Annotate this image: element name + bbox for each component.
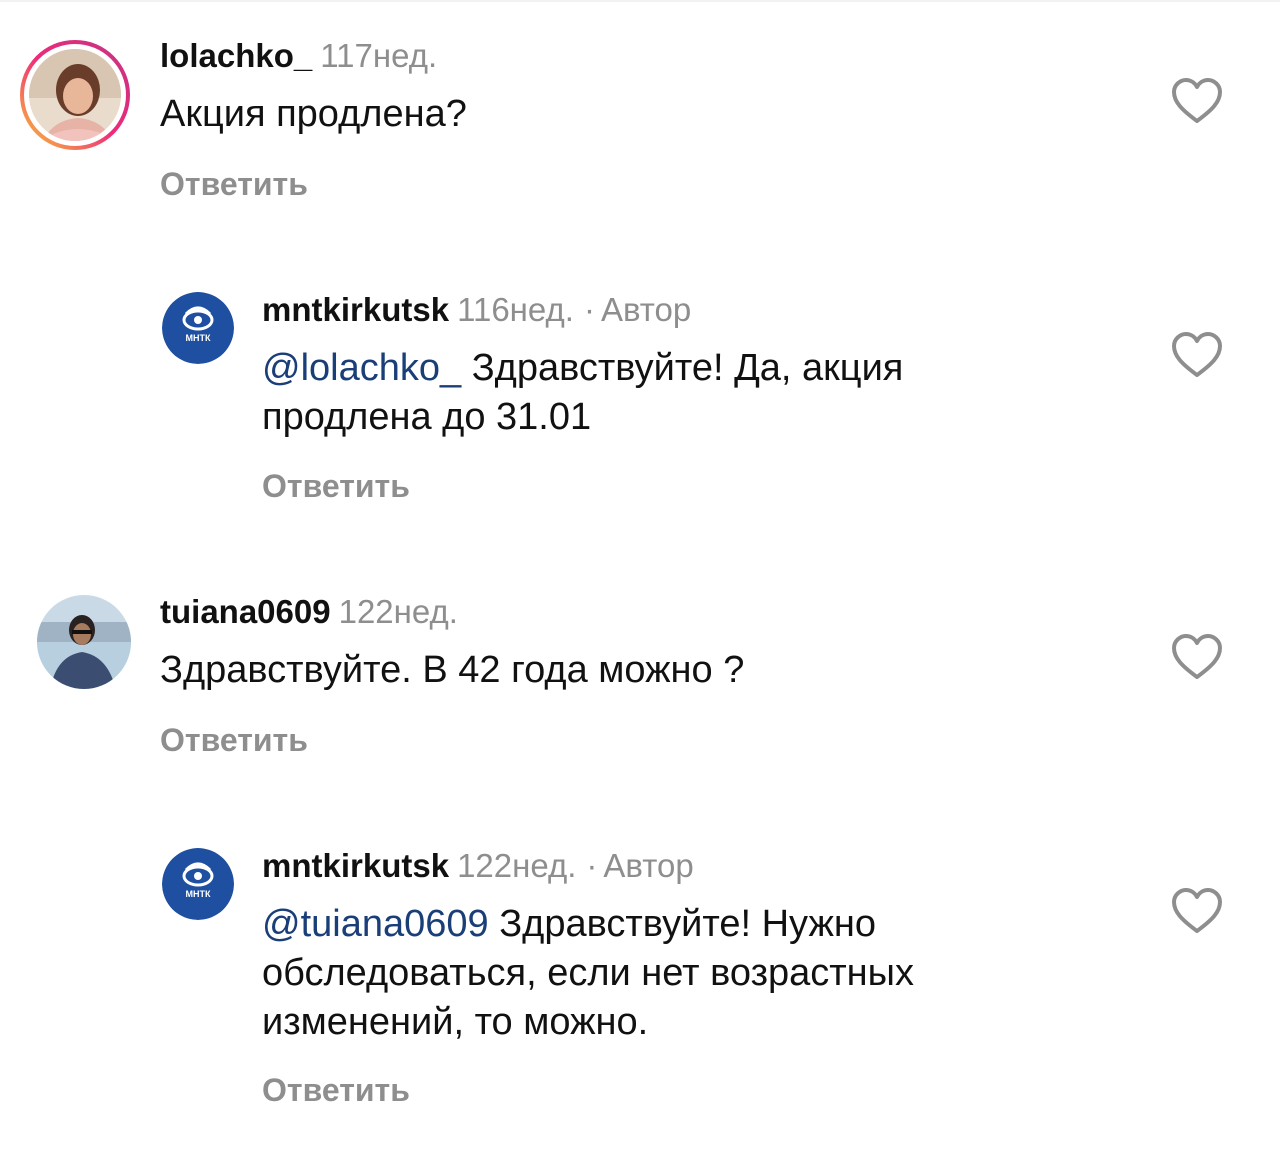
mention-link[interactable]: @tuiana0609: [262, 903, 489, 945]
reply-button[interactable]: Ответить: [262, 1070, 410, 1110]
mntk-logo-icon: МНТК: [162, 848, 234, 920]
avatar[interactable]: [36, 594, 132, 690]
svg-text:МНТК: МНТК: [186, 333, 211, 343]
timestamp: 122нед.: [457, 847, 577, 884]
timestamp: 117нед.: [320, 37, 438, 74]
username[interactable]: lolachko_: [160, 37, 312, 74]
comment-text: @lolachko_ Здравствуйте! Да, акция продл…: [262, 347, 904, 438]
mention-link[interactable]: @lolachko_: [262, 347, 461, 389]
comment-text: @tuiana0609 Здравствуйте! Нужно обследов…: [262, 903, 914, 1043]
comment-header: tuiana0609 122нед.: [160, 592, 458, 632]
avatar[interactable]: МНТК: [162, 848, 234, 920]
timestamp: 122нед.: [338, 593, 458, 630]
timestamp: 116нед.: [457, 291, 574, 328]
story-ring-avatar-icon: [20, 40, 130, 150]
heart-icon[interactable]: [1170, 330, 1224, 380]
username[interactable]: mntkirkutsk: [262, 291, 449, 328]
svg-text:МНТК: МНТК: [186, 889, 211, 899]
username[interactable]: mntkirkutsk: [262, 847, 449, 884]
reply-button[interactable]: Ответить: [160, 164, 308, 204]
comment-header: mntkirkutsk 122нед. · Автор: [262, 846, 694, 886]
separator-dot: ·: [583, 291, 595, 328]
comment-header: mntkirkutsk 116нед. · Автор: [262, 290, 691, 330]
reply-button[interactable]: Ответить: [160, 720, 308, 760]
avatar[interactable]: [18, 38, 132, 152]
author-badge: Автор: [603, 847, 694, 884]
heart-icon[interactable]: [1170, 632, 1224, 682]
top-divider: [0, 0, 1280, 2]
comment-text: Акция продлена?: [160, 93, 467, 135]
mntk-logo-icon: МНТК: [162, 292, 234, 364]
heart-icon[interactable]: [1170, 76, 1224, 126]
user-photo-icon: [37, 595, 131, 689]
author-badge: Автор: [600, 291, 692, 328]
avatar[interactable]: МНТК: [162, 292, 234, 364]
heart-icon[interactable]: [1170, 886, 1224, 936]
separator-dot: ·: [586, 847, 598, 884]
username[interactable]: tuiana0609: [160, 593, 331, 630]
reply-button[interactable]: Ответить: [262, 466, 410, 506]
comment-text: Здравствуйте. В 42 года можно ?: [160, 649, 745, 691]
comment-header: lolachko_ 117нед.: [160, 36, 437, 76]
